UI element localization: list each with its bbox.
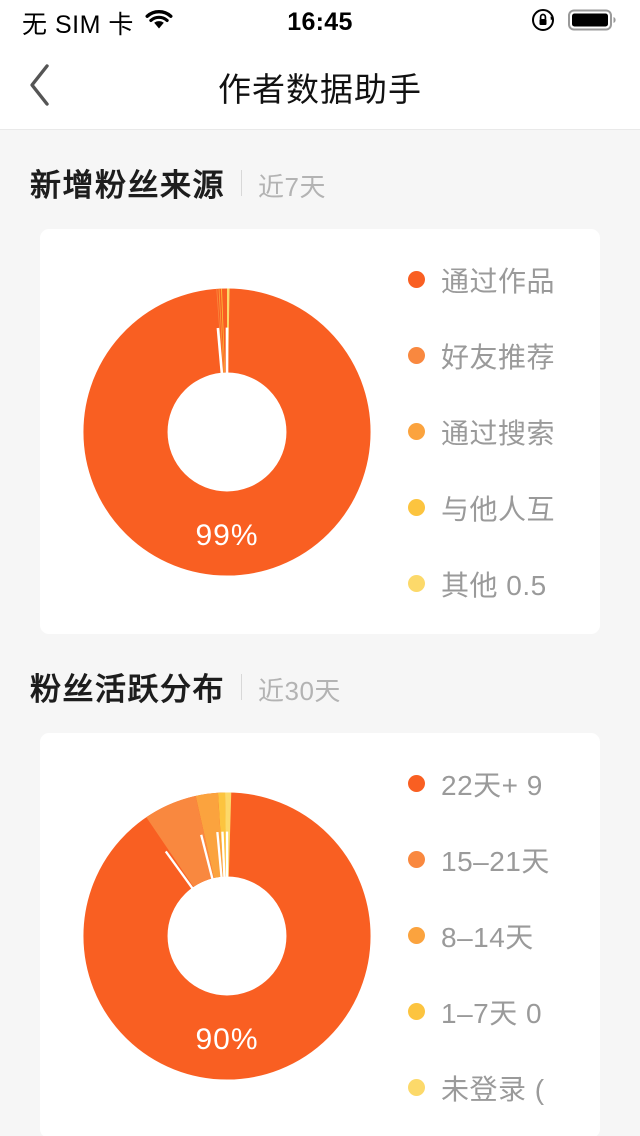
legend-label: 15–21天 (441, 845, 550, 877)
legend-label: 8–14天 (441, 921, 534, 953)
battery-full-icon (568, 8, 618, 37)
legend-label: 与他人互 (441, 493, 556, 525)
legend-item[interactable]: 好友推荐 (408, 336, 600, 376)
legend-item[interactable]: 22天+ 9 (408, 764, 600, 804)
nav-bar: 作者数据助手 (0, 45, 640, 130)
legend-item[interactable]: 15–21天 (408, 840, 600, 880)
legend-item[interactable]: 其他 0.5 (408, 564, 600, 604)
status-bar: 无 SIM 卡 16:45 (0, 0, 640, 45)
legend-label: 其他 0.5 (441, 569, 547, 601)
donut-chart-fan-activity: 90% (82, 791, 372, 1081)
section-subtitle: 近30天 (258, 676, 341, 706)
card-fan-source: 99% 通过作品 好友推荐 通过搜索 与他人互 其他 0.5 (40, 229, 600, 634)
legend-color-dot (408, 271, 425, 288)
legend-fan-source: 通过作品 好友推荐 通过搜索 与他人互 其他 0.5 (408, 260, 600, 604)
phone-screen: 无 SIM 卡 16:45 作者数据助手 新增粉丝来源 近7天 99% 通过作品… (0, 0, 640, 1136)
section-title: 新增粉丝来源 (30, 168, 225, 203)
donut-center-label: 99% (195, 518, 259, 552)
section-title: 粉丝活跃分布 (30, 672, 225, 707)
legend-color-dot (408, 851, 425, 868)
section-header-fan-activity: 粉丝活跃分布 近30天 (0, 634, 640, 709)
legend-item[interactable]: 与他人互 (408, 488, 600, 528)
legend-item[interactable]: 通过作品 (408, 260, 600, 300)
legend-label: 通过作品 (441, 265, 556, 297)
legend-color-dot (408, 775, 425, 792)
page-title: 作者数据助手 (218, 71, 422, 108)
legend-color-dot (408, 927, 425, 944)
legend-label: 通过搜索 (441, 417, 556, 449)
status-bar-right (530, 7, 618, 38)
legend-color-dot (408, 1079, 425, 1096)
donut-chart-fan-source: 99% (82, 287, 372, 577)
legend-label: 好友推荐 (441, 341, 556, 373)
legend-color-dot (408, 423, 425, 440)
legend-fan-activity: 22天+ 9 15–21天 8–14天 1–7天 0 未登录 ( (408, 764, 600, 1108)
donut-center-label: 90% (195, 1022, 259, 1056)
section-divider (241, 673, 242, 700)
legend-item[interactable]: 8–14天 (408, 916, 600, 956)
legend-color-dot (408, 347, 425, 364)
legend-color-dot (408, 1003, 425, 1020)
section-subtitle: 近7天 (258, 172, 326, 202)
legend-item[interactable]: 通过搜索 (408, 412, 600, 452)
legend-label: 未登录 ( (441, 1073, 545, 1105)
section-header-fan-source: 新增粉丝来源 近7天 (0, 130, 640, 205)
legend-color-dot (408, 499, 425, 516)
section-divider (241, 169, 242, 196)
rotation-lock-icon (530, 7, 556, 38)
card-fan-activity: 90% 22天+ 9 15–21天 8–14天 1–7天 0 未登录 ( (40, 733, 600, 1136)
legend-item[interactable]: 1–7天 0 (408, 992, 600, 1032)
legend-color-dot (408, 575, 425, 592)
legend-item[interactable]: 未登录 ( (408, 1068, 600, 1108)
legend-label: 1–7天 0 (441, 997, 543, 1029)
legend-label: 22天+ 9 (441, 769, 543, 801)
